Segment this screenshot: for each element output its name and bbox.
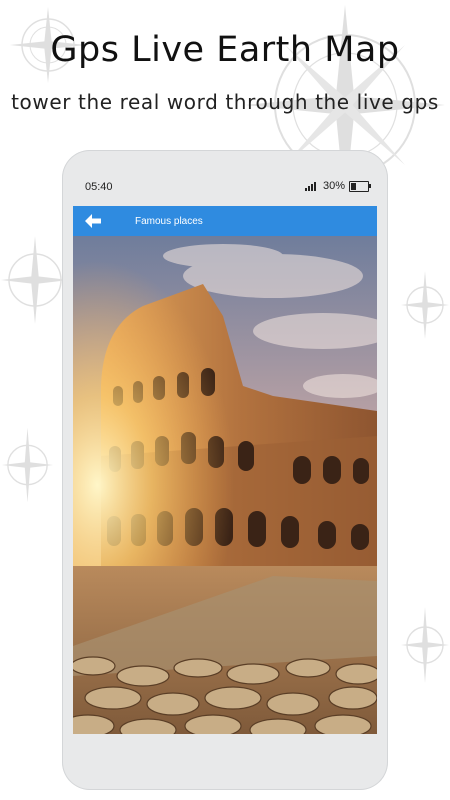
colosseum-photo [73, 236, 377, 734]
battery-percent: 30% [323, 180, 346, 192]
app-headline: Gps Live Earth Map [50, 30, 400, 70]
status-bar: 05:40 30% [73, 172, 377, 202]
battery-icon [349, 181, 371, 192]
status-time: 05:40 [85, 181, 113, 193]
compass-rose-icon [401, 607, 449, 683]
arrow-left-icon[interactable] [83, 211, 103, 231]
app-bar: Famous places [73, 206, 377, 236]
app-tagline: tower the real word through the live gps [11, 90, 439, 114]
compass-rose-icon [1, 236, 69, 324]
signal-icon [305, 182, 316, 191]
battery-level [351, 183, 356, 190]
app-bar-title: Famous places [135, 216, 203, 227]
compass-rose-icon [401, 271, 449, 339]
compass-rose-icon [1, 427, 54, 503]
